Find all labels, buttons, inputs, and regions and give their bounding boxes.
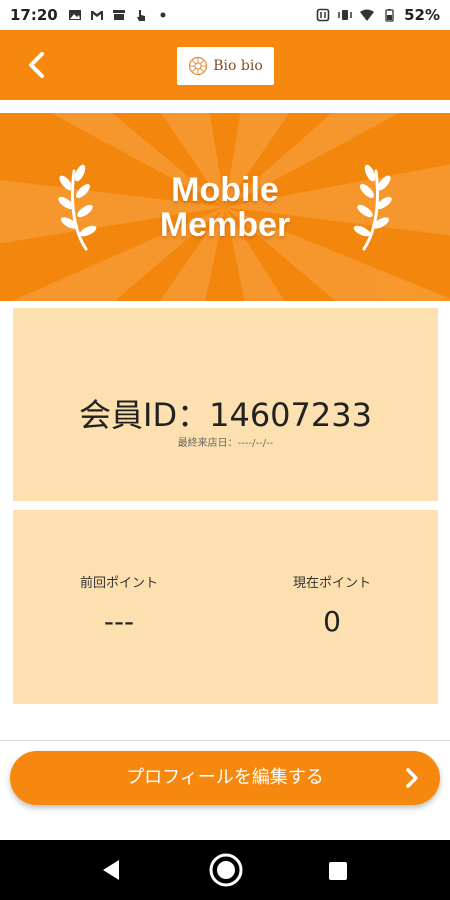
chevron-right-icon: [406, 768, 418, 788]
nav-home-icon[interactable]: [208, 852, 244, 888]
logo-text: Bio bio: [213, 58, 263, 74]
system-nav-bar: [0, 840, 450, 900]
last-visit-date: 最終来店日：----/--/--: [177, 438, 274, 449]
image-icon: [68, 10, 81, 20]
points-card: 前回ポイント --- 現在ポイント 0: [13, 510, 438, 704]
previous-points-value: ---: [103, 605, 135, 638]
brand-logo: Bio bio: [177, 47, 274, 85]
divider: [0, 740, 450, 741]
store-icon: [112, 10, 125, 20]
member-content: 会員ID：14607233 最終来店日：----/--/-- 前回ポイント --…: [0, 301, 450, 738]
nfc-icon: [316, 8, 330, 22]
banner-title-line2: Member: [159, 206, 291, 244]
member-id: 会員ID：14607233: [79, 396, 372, 434]
dot-icon: [160, 12, 166, 18]
edit-profile-button[interactable]: プロフィールを編集する: [10, 751, 440, 805]
vibrate-icon: [338, 10, 352, 20]
current-points: 現在ポイント 0: [226, 572, 438, 638]
mobile-member-banner: Mobile Member: [0, 113, 450, 301]
member-id-card: 会員ID：14607233 最終来店日：----/--/--: [13, 308, 438, 501]
current-points-value: 0: [323, 605, 341, 638]
nav-recents-icon[interactable]: [328, 861, 348, 881]
previous-points-label: 前回ポイント: [79, 576, 158, 591]
back-arrow-icon[interactable]: [20, 47, 56, 83]
battery-icon: [385, 9, 394, 22]
flower-logo-icon: [189, 56, 208, 76]
edit-profile-label: プロフィールを編集する: [126, 767, 324, 788]
status-bar: 17:20 52%: [0, 0, 450, 30]
status-time: 17:20: [10, 6, 58, 24]
gmail-icon: [90, 11, 103, 20]
banner-title: Mobile Member: [0, 173, 450, 243]
current-points-label: 現在ポイント: [292, 576, 371, 591]
touch-icon: [136, 10, 145, 21]
nav-back-icon[interactable]: [100, 858, 122, 882]
previous-points: 前回ポイント ---: [13, 572, 225, 638]
app-header: Bio bio: [0, 30, 450, 100]
battery-percent: 52%: [404, 6, 440, 24]
banner-title-line1: Mobile: [171, 171, 279, 209]
wifi-icon: [360, 9, 375, 21]
